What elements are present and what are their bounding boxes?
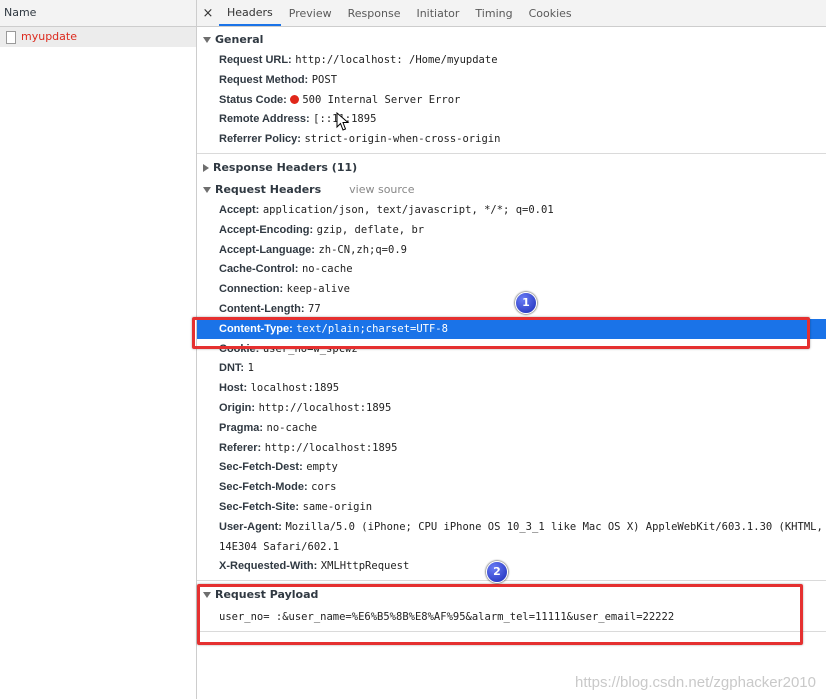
header-row[interactable]: Origin: http://localhost:1895 bbox=[197, 398, 826, 418]
annotation-badge-1: 1 bbox=[515, 292, 537, 314]
header-row[interactable]: Sec-Fetch-Site: same-origin bbox=[197, 497, 826, 517]
header-row[interactable]: DNT: 1 bbox=[197, 358, 826, 378]
header-row[interactable]: Accept: application/json, text/javascrip… bbox=[197, 200, 826, 220]
request-list-panel: Name myupdate bbox=[0, 0, 197, 699]
header-row[interactable]: Pragma: no-cache bbox=[197, 418, 826, 438]
section-divider bbox=[197, 580, 826, 582]
general-title: General bbox=[215, 33, 264, 46]
header-row[interactable]: Accept-Encoding: gzip, deflate, br bbox=[197, 220, 826, 240]
header-row[interactable]: Status Code: 500 Internal Server Error bbox=[197, 90, 826, 110]
error-status-icon bbox=[290, 94, 300, 104]
tab-initiator[interactable]: Initiator bbox=[408, 0, 467, 26]
tab-response[interactable]: Response bbox=[340, 0, 409, 26]
request-row-myupdate[interactable]: myupdate bbox=[0, 27, 196, 47]
highlight-box-payload bbox=[197, 584, 803, 645]
header-row[interactable]: Cache-Control: no-cache bbox=[197, 259, 826, 279]
response-headers-title: Response Headers (11) bbox=[213, 160, 358, 174]
tab-timing[interactable]: Timing bbox=[467, 0, 520, 26]
header-row[interactable]: User-Agent: Mozilla/5.0 (iPhone; CPU iPh… bbox=[197, 517, 826, 537]
annotation-badge-2: 2 bbox=[486, 561, 508, 583]
header-row[interactable]: Remote Address: [::1]:1895 bbox=[197, 109, 826, 129]
header-row[interactable]: Request URL: http://localhost: /Home/myu… bbox=[197, 50, 826, 70]
request-headers-section-header[interactable]: Request Headers view source bbox=[197, 180, 826, 200]
header-row-continuation[interactable]: 14E304 Safari/602.1 bbox=[197, 537, 826, 557]
request-headers-title: Request Headers bbox=[215, 182, 322, 196]
watermark-text: https://blog.csdn.net/zgphacker2010 bbox=[575, 674, 816, 691]
document-icon bbox=[6, 30, 16, 44]
expand-triangle-icon bbox=[203, 37, 211, 43]
header-row[interactable]: Content-Length: 77 bbox=[197, 299, 826, 319]
header-row[interactable]: Request Method: POST bbox=[197, 70, 826, 90]
header-row[interactable]: Sec-Fetch-Dest: empty bbox=[197, 457, 826, 477]
expand-triangle-icon bbox=[203, 186, 211, 193]
highlight-box-content-type bbox=[192, 317, 810, 349]
header-row[interactable]: Sec-Fetch-Mode: cors bbox=[197, 477, 826, 497]
name-column-header[interactable]: Name bbox=[0, 0, 196, 27]
header-row[interactable]: X-Requested-With: XMLHttpRequest bbox=[197, 556, 826, 576]
view-source-link[interactable]: view source bbox=[349, 180, 414, 200]
header-row[interactable]: Referer: http://localhost:1895 bbox=[197, 438, 826, 458]
section-divider bbox=[197, 152, 826, 154]
mouse-cursor-icon bbox=[336, 112, 350, 131]
close-icon[interactable]: × bbox=[197, 0, 219, 26]
tab-cookies[interactable]: Cookies bbox=[521, 0, 580, 26]
header-row[interactable]: Accept-Language: zh-CN,zh;q=0.9 bbox=[197, 240, 826, 260]
details-tab-bar: × Headers Preview Response Initiator Tim… bbox=[197, 0, 826, 27]
general-section-header[interactable]: General bbox=[197, 30, 826, 50]
header-row[interactable]: Referrer Policy: strict-origin-when-cros… bbox=[197, 129, 826, 149]
header-row[interactable]: Connection: keep-alive bbox=[197, 279, 826, 299]
tab-preview[interactable]: Preview bbox=[281, 0, 340, 26]
response-headers-section-header[interactable]: Response Headers (11) bbox=[197, 158, 826, 178]
request-name: myupdate bbox=[21, 30, 77, 43]
header-row[interactable]: Host: localhost:1895 bbox=[197, 378, 826, 398]
collapse-triangle-icon bbox=[203, 163, 209, 172]
tab-headers[interactable]: Headers bbox=[219, 0, 281, 26]
